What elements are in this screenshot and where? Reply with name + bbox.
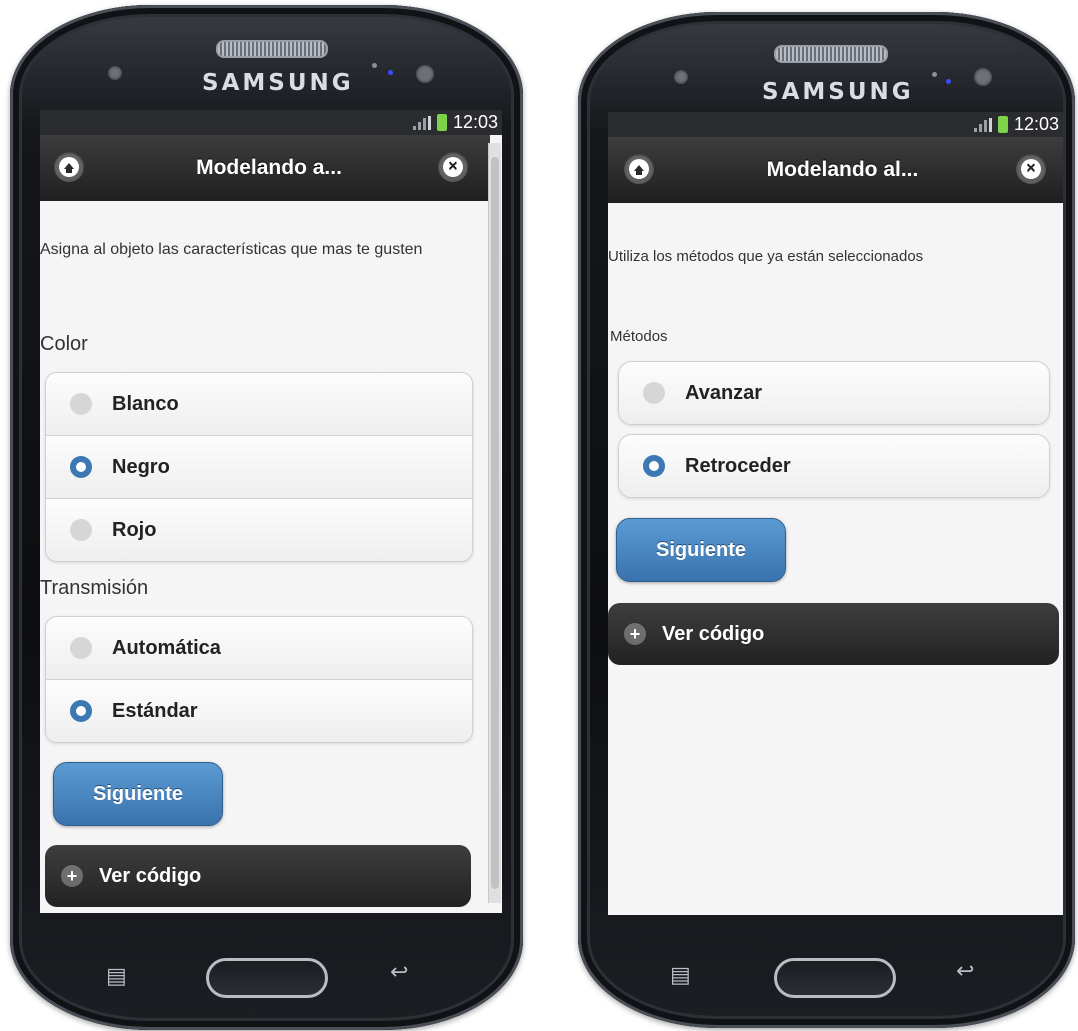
next-button[interactable]: Siguiente bbox=[616, 518, 786, 582]
view-code-label: Ver código bbox=[662, 622, 765, 645]
home-key[interactable] bbox=[774, 958, 896, 998]
led-sensor bbox=[946, 79, 951, 84]
back-key-icon[interactable]: ↩ bbox=[390, 959, 408, 985]
radio-label: Blanco bbox=[112, 392, 179, 415]
home-key[interactable] bbox=[206, 958, 328, 998]
radio-selected-icon bbox=[70, 456, 92, 478]
proximity-sensor bbox=[974, 68, 992, 86]
radio-selected-icon bbox=[70, 700, 92, 722]
page-title: Modelando al... bbox=[766, 158, 919, 181]
radio-label: Avanzar bbox=[685, 381, 763, 404]
transmission-radio-group: Automática Estándar bbox=[45, 616, 473, 743]
app-screen: Modelando al... ✕ Utiliza los métodos qu… bbox=[608, 137, 1063, 915]
transmission-group-label: Transmisión bbox=[40, 577, 149, 599]
page-title: Modelando a... bbox=[196, 156, 342, 179]
earpiece-speaker bbox=[774, 45, 888, 63]
menu-key-icon[interactable]: ▤ bbox=[670, 962, 691, 988]
front-camera bbox=[674, 70, 688, 84]
methods-group-label: Métodos bbox=[610, 328, 668, 345]
status-time: 12:03 bbox=[452, 112, 498, 132]
radio-label: Estándar bbox=[112, 699, 198, 722]
battery-icon bbox=[997, 116, 1008, 133]
front-camera bbox=[108, 66, 122, 80]
radio-unselected-icon bbox=[70, 519, 92, 541]
plus-icon: + bbox=[624, 623, 646, 645]
close-icon: ✕ bbox=[443, 157, 463, 177]
brand-logo: SAMSUNG bbox=[762, 79, 914, 105]
app-header: Modelando a... ✕ bbox=[40, 135, 490, 201]
radio-unselected-icon bbox=[70, 393, 92, 415]
status-bar: 12:03 bbox=[40, 110, 502, 135]
led-sensor bbox=[372, 63, 377, 68]
app-screen: Modelando a... ✕ Asigna al objeto las ca… bbox=[40, 135, 502, 913]
radio-option-blanco[interactable]: Blanco bbox=[46, 373, 472, 435]
radio-option-estandar[interactable]: Estándar bbox=[46, 679, 472, 742]
radio-option-avanzar[interactable]: Avanzar bbox=[619, 362, 1049, 424]
status-bar: 12:03 bbox=[608, 112, 1063, 137]
led-sensor bbox=[388, 70, 393, 75]
radio-selected-icon bbox=[643, 455, 665, 477]
color-group-label: Color bbox=[40, 333, 88, 355]
view-code-toggle[interactable]: + Ver código bbox=[608, 603, 1059, 665]
view-code-toggle[interactable]: + Ver código bbox=[45, 845, 471, 907]
view-code-label: Ver código bbox=[99, 864, 202, 887]
home-button[interactable] bbox=[624, 154, 654, 184]
radio-option-negro[interactable]: Negro bbox=[46, 435, 472, 498]
radio-label: Rojo bbox=[112, 518, 157, 541]
status-time: 12:03 bbox=[1013, 114, 1059, 134]
radio-label: Negro bbox=[112, 455, 170, 478]
close-button[interactable]: ✕ bbox=[1016, 154, 1046, 184]
radio-unselected-icon bbox=[70, 637, 92, 659]
home-icon bbox=[634, 165, 644, 175]
close-icon: ✕ bbox=[1021, 159, 1041, 179]
home-button[interactable] bbox=[54, 152, 84, 182]
scrollbar[interactable] bbox=[488, 143, 501, 903]
home-icon bbox=[64, 163, 74, 173]
radio-option-rojo[interactable]: Rojo bbox=[46, 498, 472, 561]
proximity-sensor bbox=[416, 65, 434, 83]
left-phone: SAMSUNG 12:03 Modelando a... ✕ Asigna al… bbox=[10, 5, 523, 1030]
close-button[interactable]: ✕ bbox=[438, 152, 468, 182]
scrollbar-thumb[interactable] bbox=[491, 157, 499, 889]
radio-option-avanzar-card: Avanzar bbox=[618, 361, 1050, 425]
right-phone: SAMSUNG 12:03 Modelando al... ✕ Utiliza … bbox=[578, 12, 1075, 1028]
earpiece-speaker bbox=[216, 40, 328, 58]
radio-unselected-icon bbox=[643, 382, 665, 404]
menu-key-icon[interactable]: ▤ bbox=[106, 963, 127, 989]
radio-option-retroceder-card: Retroceder bbox=[618, 434, 1050, 498]
plus-icon: + bbox=[61, 865, 83, 887]
instruction-text: Asigna al objeto las características que… bbox=[40, 241, 423, 258]
signal-icon bbox=[412, 115, 431, 130]
brand-logo: SAMSUNG bbox=[202, 70, 354, 96]
color-radio-group: Blanco Negro Rojo bbox=[45, 372, 473, 562]
radio-option-automatica[interactable]: Automática bbox=[46, 617, 472, 679]
signal-icon bbox=[973, 117, 992, 132]
back-key-icon[interactable]: ↩ bbox=[956, 958, 974, 984]
next-button[interactable]: Siguiente bbox=[53, 762, 223, 826]
radio-label: Automática bbox=[112, 636, 221, 659]
radio-label: Retroceder bbox=[685, 454, 791, 477]
led-sensor bbox=[932, 72, 937, 77]
instruction-text: Utiliza los métodos que ya están selecci… bbox=[608, 248, 924, 265]
app-header: Modelando al... ✕ bbox=[608, 137, 1063, 203]
radio-option-retroceder[interactable]: Retroceder bbox=[619, 435, 1049, 497]
battery-icon bbox=[436, 114, 447, 131]
